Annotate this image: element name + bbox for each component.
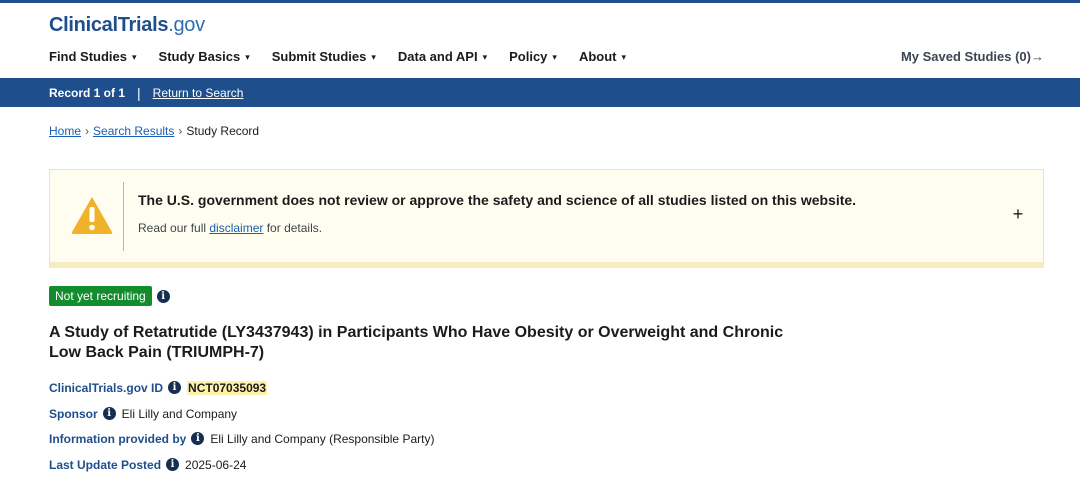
nav-label: Find Studies bbox=[49, 49, 127, 64]
nav-find-studies[interactable]: Find Studies ▾ bbox=[49, 49, 137, 64]
alert-sub-suffix: for details. bbox=[263, 221, 323, 235]
sponsor-value: Eli Lilly and Company bbox=[121, 407, 238, 421]
breadcrumb-search-results-link[interactable]: Search Results bbox=[93, 124, 174, 138]
status-row: Not yet recruiting i bbox=[49, 286, 170, 306]
info-icon[interactable]: i bbox=[168, 380, 182, 394]
disclaimer-alert: The U.S. government does not review or a… bbox=[49, 169, 1044, 268]
last-update-posted-value: 2025-06-24 bbox=[185, 458, 247, 472]
sponsor-label: Sponsor bbox=[49, 407, 98, 421]
site-logo[interactable]: ClinicalTrials.gov bbox=[49, 14, 205, 37]
nav-label: Submit Studies bbox=[271, 49, 367, 64]
chevron-down-icon: ▾ bbox=[132, 52, 137, 62]
main-nav: Find Studies ▾ Study Basics ▾ Submit Studi… bbox=[49, 49, 648, 64]
study-id-label: ClinicalTrials.gov ID bbox=[49, 381, 164, 395]
alert-divider bbox=[123, 182, 124, 251]
nav-label: About bbox=[578, 49, 617, 64]
record-count: Record 1 of 1 bbox=[49, 85, 126, 100]
study-id-value: NCT07035093 bbox=[187, 381, 268, 395]
meta-study-id: ClinicalTrials.gov ID i NCT07035093 bbox=[49, 380, 268, 395]
my-saved-studies-link[interactable]: My Saved Studies (0)→ bbox=[901, 49, 1044, 64]
chevron-down-icon: ▾ bbox=[621, 52, 627, 62]
chevron-down-icon: ▾ bbox=[552, 52, 557, 62]
disclaimer-link[interactable]: disclaimer bbox=[209, 221, 263, 235]
nav-data-and-api[interactable]: Data and API ▾ bbox=[398, 49, 487, 64]
breadcrumb-home-link[interactable]: Home bbox=[49, 124, 81, 138]
info-icon[interactable]: i bbox=[166, 457, 180, 471]
logo-suffix-text: .gov bbox=[168, 14, 205, 36]
alert-sub-prefix: Read our full bbox=[138, 221, 210, 235]
alert-message: The U.S. government does not review or a… bbox=[138, 192, 857, 208]
nav-about[interactable]: About ▾ bbox=[579, 49, 626, 64]
expand-alert-button[interactable]: + bbox=[1009, 204, 1027, 225]
top-accent-stripe bbox=[0, 0, 1080, 3]
breadcrumb-current: Study Record bbox=[186, 124, 260, 138]
nav-submit-studies[interactable]: Submit Studies ▾ bbox=[272, 49, 376, 64]
meta-last-update-posted: Last Update Posted i 2025-06-24 bbox=[49, 457, 247, 472]
information-provided-by-label: Information provided by bbox=[49, 432, 187, 446]
nav-label: Data and API bbox=[397, 49, 478, 64]
last-update-posted-label: Last Update Posted bbox=[49, 458, 162, 472]
nav-policy[interactable]: Policy ▾ bbox=[509, 49, 557, 64]
logo-main-text: ClinicalTrials bbox=[49, 14, 169, 36]
nav-label: Study Basics bbox=[158, 49, 241, 64]
record-separator: | bbox=[137, 84, 141, 101]
breadcrumb: Home › Search Results › Study Record bbox=[49, 124, 259, 138]
nav-label: Policy bbox=[509, 49, 548, 64]
chevron-down-icon: ▾ bbox=[245, 52, 250, 62]
nav-study-basics[interactable]: Study Basics ▾ bbox=[159, 49, 250, 64]
meta-sponsor: Sponsor i Eli Lilly and Company bbox=[49, 406, 238, 421]
info-icon[interactable]: i bbox=[191, 431, 205, 445]
info-icon[interactable]: i bbox=[102, 406, 116, 420]
record-bar: Record 1 of 1 | Return to Search bbox=[0, 78, 1080, 107]
status-badge: Not yet recruiting bbox=[49, 286, 152, 306]
chevron-down-icon: ▾ bbox=[371, 52, 376, 62]
meta-information-provided-by: Information provided by i Eli Lilly and … bbox=[49, 431, 435, 446]
information-provided-by-value: Eli Lilly and Company (Responsible Party… bbox=[210, 432, 435, 446]
warning-icon bbox=[70, 195, 114, 235]
chevron-down-icon: ▾ bbox=[482, 52, 488, 62]
return-to-search-link[interactable]: Return to Search bbox=[153, 86, 244, 100]
info-icon[interactable]: i bbox=[156, 289, 170, 303]
alert-subtext: Read our full disclaimer for details. bbox=[138, 221, 322, 235]
study-title: A Study of Retatrutide (LY3437943) in Pa… bbox=[49, 324, 784, 361]
breadcrumb-arrow: › bbox=[178, 124, 183, 138]
breadcrumb-arrow: › bbox=[85, 124, 90, 138]
